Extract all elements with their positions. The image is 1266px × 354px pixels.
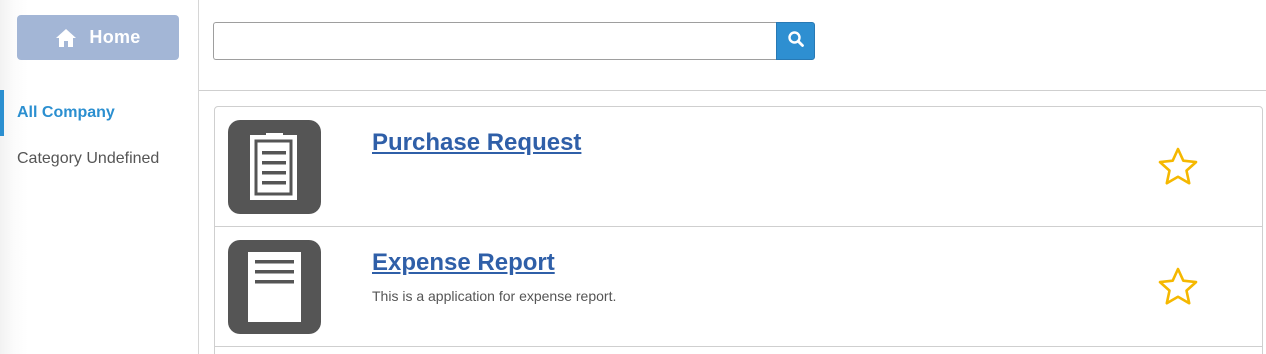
search-button[interactable] (776, 22, 815, 60)
sidebar-item-label: All Company (17, 104, 115, 121)
search-bar (213, 22, 815, 60)
app-description: This is a application for expense report… (372, 288, 617, 304)
sidebar-item-label: Category Undefined (17, 150, 160, 167)
app-row-expense-report: Expense Report This is a application for… (215, 227, 1262, 347)
app-row-purchase-request: Purchase Request (215, 107, 1262, 227)
home-button[interactable]: Home (17, 15, 179, 60)
home-icon (55, 28, 77, 48)
favorite-star-icon[interactable] (1157, 146, 1199, 188)
sidebar-item-category-undefined[interactable]: Category Undefined (0, 136, 199, 182)
sidebar-item-all-company[interactable]: All Company (0, 90, 199, 136)
app-portal: Home All Company Category Undefined Purc… (0, 0, 1266, 354)
app-title-link[interactable]: Purchase Request (372, 129, 581, 157)
clipboard-icon (228, 120, 321, 214)
app-list: Purchase Request Expense Report This is … (214, 106, 1263, 354)
document-icon (228, 240, 321, 334)
app-title-link[interactable]: Expense Report (372, 249, 555, 277)
search-input[interactable] (213, 22, 777, 60)
sidebar: Home All Company Category Undefined (0, 0, 199, 354)
home-label: Home (89, 27, 141, 47)
divider (199, 90, 1266, 91)
search-icon (787, 30, 805, 53)
favorite-star-icon[interactable] (1157, 266, 1199, 308)
